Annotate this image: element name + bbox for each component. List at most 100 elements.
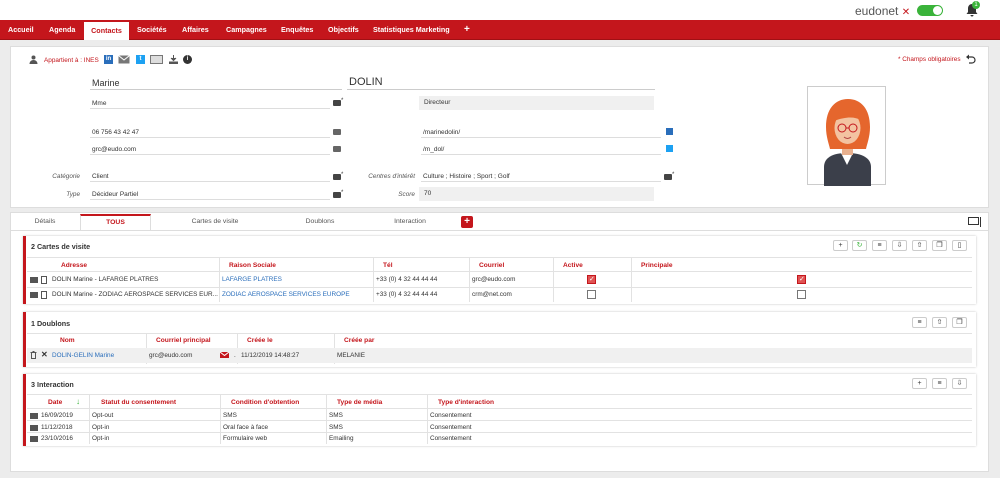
tab-interaction[interactable]: Interaction — [380, 214, 440, 230]
nav-agenda[interactable]: Agenda — [49, 20, 75, 40]
cell-courriel[interactable]: grc@eudo.com — [472, 276, 515, 283]
cell-courriel[interactable]: grc@eudo.com — [149, 352, 192, 359]
export-icon[interactable]: ⇩ — [892, 240, 907, 251]
copy-icon[interactable]: ❐ — [932, 240, 947, 251]
file-icon[interactable] — [41, 276, 47, 284]
document-icon[interactable]: ▯ — [952, 240, 967, 251]
tab-tous[interactable]: TOUS — [80, 214, 151, 230]
type-field[interactable]: Décideur Partiel — [90, 189, 330, 200]
category-field[interactable]: Client — [90, 171, 330, 182]
nav-affaires[interactable]: Affaires — [182, 20, 209, 40]
col-media[interactable]: Type de média — [337, 399, 382, 406]
folder-icon[interactable] — [30, 292, 38, 298]
civility-field[interactable]: Mme — [90, 98, 330, 109]
col-date[interactable]: Date — [48, 399, 62, 406]
import-icon[interactable]: ⇧ — [932, 317, 947, 328]
nav-campagnes[interactable]: Campagnes — [226, 20, 267, 40]
col-courriel-principal[interactable]: Courriel principal — [156, 337, 211, 344]
cell-raison-sociale[interactable]: LAFARGE PLATRES — [222, 276, 282, 283]
add-link-icon[interactable]: ↻ — [852, 240, 867, 251]
email-field[interactable]: grc@eudo.com — [90, 144, 330, 155]
folder-icon[interactable] — [30, 413, 38, 419]
nav-statistiques-marketing[interactable]: Statistiques Marketing — [373, 20, 450, 40]
cell-courriel[interactable]: crm@net.com — [472, 291, 512, 298]
download-icon[interactable] — [169, 55, 178, 64]
lastname-field[interactable]: DOLIN — [347, 75, 655, 90]
info-icon[interactable]: i — [183, 55, 192, 64]
row-line — [27, 432, 972, 433]
col-creee-le[interactable]: Créée le — [247, 337, 273, 344]
col-statut[interactable]: Statut du consentement — [101, 399, 176, 406]
active-checkbox[interactable] — [587, 275, 596, 284]
tab-doublons[interactable]: Doublons — [290, 214, 350, 230]
tab-details[interactable]: Détails — [20, 214, 70, 230]
phone-field[interactable]: 06 756 43 42 47 — [90, 127, 330, 138]
principale-checkbox[interactable] — [797, 290, 806, 299]
mail-icon[interactable] — [118, 55, 130, 64]
twitter-icon[interactable]: t — [136, 55, 145, 64]
active-checkbox[interactable] — [587, 290, 596, 299]
twitter-small-icon[interactable] — [666, 145, 673, 152]
filter-icon[interactable]: ≡ — [912, 317, 927, 328]
score-field[interactable]: 70 — [419, 187, 654, 201]
envelope-icon[interactable] — [333, 146, 341, 152]
folder-icon[interactable] — [664, 174, 672, 180]
cell-raison-sociale[interactable]: ZODIAC AEROSPACE SERVICES EUROPE — [222, 291, 350, 298]
folder-icon[interactable] — [30, 277, 38, 283]
add-tab-button[interactable]: + — [461, 216, 473, 228]
export-icon[interactable]: ⇩ — [952, 378, 967, 389]
tab-cartes-de-visite[interactable]: Cartes de visite — [175, 214, 255, 230]
sort-icon[interactable]: ↓ — [76, 397, 80, 406]
linkedin-field[interactable]: /marinedolin/ — [421, 127, 661, 138]
col-courriel[interactable]: Courriel — [479, 262, 504, 269]
linkedin-small-icon[interactable] — [666, 128, 673, 135]
filter-icon[interactable]: ≡ — [932, 378, 947, 389]
interests-field[interactable]: Culture ; Histoire ; Sport ; Golf — [421, 171, 661, 182]
col-principale[interactable]: Principale — [641, 262, 673, 269]
cell-nom[interactable]: DOLIN-GELIN Marine — [52, 352, 114, 359]
row-line — [27, 420, 972, 421]
vcard-icon[interactable] — [150, 55, 163, 64]
phone-icon[interactable] — [333, 129, 341, 135]
online-toggle[interactable] — [917, 5, 943, 16]
folder-icon[interactable] — [333, 100, 341, 106]
principale-checkbox[interactable] — [797, 275, 806, 284]
col-raison-sociale[interactable]: Raison Sociale — [229, 262, 276, 269]
cell-adresse[interactable]: DOLIN Marine - LAFARGE PLATRES — [52, 276, 158, 283]
folder-icon[interactable] — [30, 425, 38, 431]
firstname-field[interactable]: Marine — [90, 76, 342, 90]
col-nom[interactable]: Nom — [60, 337, 75, 344]
add-button[interactable]: + — [912, 378, 927, 389]
undo-icon[interactable] — [965, 54, 976, 64]
filter-icon[interactable]: ≡ — [872, 240, 887, 251]
envelope-icon[interactable] — [220, 352, 229, 358]
import-icon[interactable]: ⇧ — [912, 240, 927, 251]
col-creee-par[interactable]: Créée par — [344, 337, 374, 344]
linkedin-icon[interactable]: in — [104, 55, 113, 64]
nav-objectifs[interactable]: Objectifs — [328, 20, 359, 40]
nav-societes[interactable]: Sociétés — [137, 20, 167, 40]
nav-add-button[interactable]: + — [464, 20, 470, 40]
function-field[interactable]: Directeur — [419, 96, 654, 110]
col-adresse[interactable]: Adresse — [61, 262, 87, 269]
col-active[interactable]: Active — [563, 262, 583, 269]
file-icon[interactable] — [41, 291, 47, 299]
nav-contacts[interactable]: Contacts — [84, 20, 129, 40]
cell-adresse[interactable]: DOLIN Marine - ZODIAC AEROSPACE SERVICES… — [52, 291, 218, 298]
cell-date: 11/12/2018 — [41, 424, 73, 431]
col-type-interaction[interactable]: Type d'interaction — [438, 399, 494, 406]
copy-icon[interactable]: ❐ — [952, 317, 967, 328]
close-icon[interactable]: ✕ — [41, 350, 48, 359]
add-button[interactable]: + — [833, 240, 848, 251]
trash-icon[interactable] — [30, 351, 37, 359]
folder-icon[interactable] — [30, 436, 38, 442]
col-condition[interactable]: Condition d'obtention — [231, 399, 299, 406]
owner-label[interactable]: Appartient à : INES — [44, 57, 99, 64]
nav-accueil[interactable]: Accueil — [8, 20, 34, 40]
contact-photo[interactable] — [807, 86, 886, 186]
twitter-field[interactable]: /m_dol/ — [421, 144, 661, 155]
layout-icon[interactable] — [968, 217, 982, 227]
nav-enquetes[interactable]: Enquêtes — [281, 20, 313, 40]
cell-tel: +33 (0) 4 32 44 44 44 — [376, 291, 438, 298]
col-tel[interactable]: Tél — [383, 262, 393, 269]
